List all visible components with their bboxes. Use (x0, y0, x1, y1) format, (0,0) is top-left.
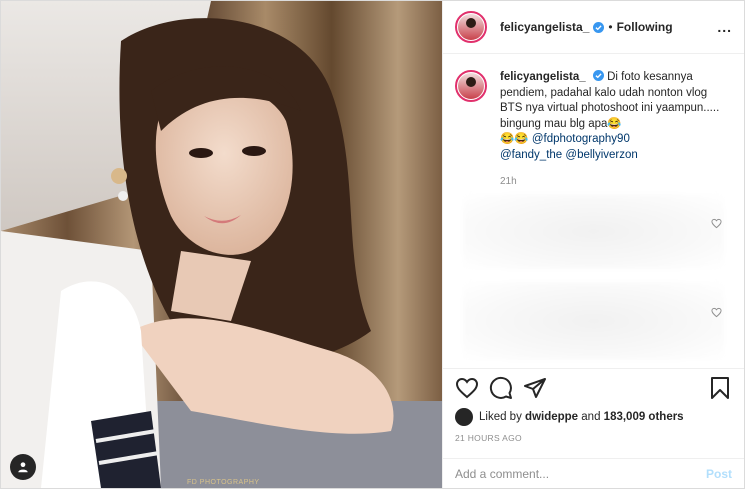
mention-link[interactable]: @bellyiverzon (565, 149, 637, 161)
verified-badge-icon (592, 70, 604, 81)
post-header: felicyangelista_ • Following ... (443, 1, 744, 54)
comment-icon[interactable] (489, 376, 513, 400)
post-sidebar: felicyangelista_ • Following ... felicya… (442, 1, 744, 488)
caption-username[interactable]: felicyangelista_ (500, 71, 586, 83)
verified-badge-icon (593, 21, 605, 33)
comments-section: felicyangelista_ Di foto kesannya pendie… (443, 54, 744, 368)
laugh-emoji: 😂😂 (500, 133, 529, 145)
caption: felicyangelista_ Di foto kesannya pendie… (455, 70, 732, 163)
share-icon[interactable] (523, 376, 547, 400)
comment-like-heart-icon[interactable] (711, 307, 722, 318)
comment-like-heart-icon[interactable] (711, 218, 722, 229)
likes-prefix: Liked by (479, 411, 522, 423)
caption-avatar[interactable] (455, 70, 487, 102)
post-photo[interactable]: FD PHOTOGRAPHY (1, 1, 442, 488)
mention-link[interactable]: @fandy_the (500, 149, 562, 161)
likes-mid: and (581, 411, 601, 423)
laugh-emoji: 😂 (607, 117, 622, 130)
avatar[interactable] (455, 11, 487, 43)
blurred-comment (463, 282, 724, 360)
likes-row: Liked by dwideppe and 183,009 others (455, 406, 732, 428)
user-tag-icon[interactable] (10, 454, 36, 480)
separator-dot: • (608, 20, 613, 34)
post-timestamp[interactable]: 21 HOURS AGO (455, 433, 522, 443)
heart-icon[interactable] (455, 376, 479, 400)
following-button[interactable]: Following (617, 20, 673, 34)
liker-username[interactable]: dwideppe (525, 411, 578, 423)
caption-text: felicyangelista_ Di foto kesannya pendie… (500, 70, 732, 163)
photo-watermark: FD PHOTOGRAPHY (187, 479, 260, 486)
post-comment-button[interactable]: Post (706, 467, 732, 481)
add-comment-bar: Post (443, 458, 744, 488)
caption-time: 21h (500, 176, 517, 187)
likes-count[interactable]: 183,009 others (604, 411, 684, 423)
portrait-image (1, 1, 442, 488)
comment-input[interactable] (455, 466, 706, 481)
blurred-comment (463, 194, 724, 269)
mention-link[interactable]: @fdphotography90 (532, 133, 630, 145)
header-username[interactable]: felicyangelista_ (500, 20, 589, 34)
instagram-post: FD PHOTOGRAPHY felicyangelista_ • Follow… (0, 0, 745, 489)
action-bar (443, 368, 744, 406)
more-options-button[interactable]: ... (717, 19, 732, 35)
liker-avatar[interactable] (455, 408, 473, 426)
bookmark-icon[interactable] (708, 376, 732, 400)
